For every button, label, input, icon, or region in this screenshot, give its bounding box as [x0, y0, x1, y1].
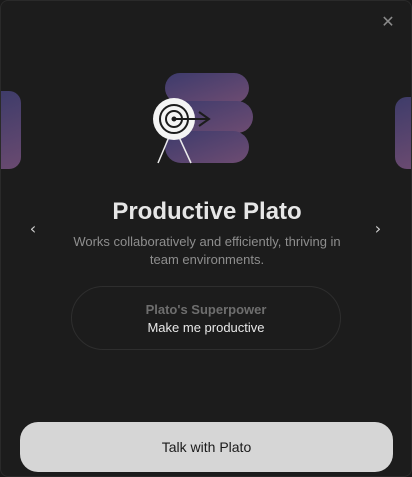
- persona-description: Works collaboratively and efficiently, t…: [73, 234, 341, 267]
- persona-modal: ✕ ‹ › Productive Plato Works collaborati…: [0, 0, 412, 477]
- previous-persona-card[interactable]: [1, 91, 21, 169]
- persona-illustration: [149, 71, 253, 167]
- next-persona-card[interactable]: [395, 97, 411, 169]
- target-stack-icon: [153, 73, 253, 164]
- superpower-label: Plato's Superpower: [145, 302, 267, 317]
- superpower-card: Plato's Superpower Make me productive: [71, 286, 341, 350]
- close-icon[interactable]: ✕: [379, 13, 397, 31]
- talk-with-plato-button[interactable]: Talk with Plato: [20, 422, 393, 472]
- persona-title: Productive Plato: [112, 198, 302, 225]
- superpower-value: Make me productive: [147, 320, 265, 335]
